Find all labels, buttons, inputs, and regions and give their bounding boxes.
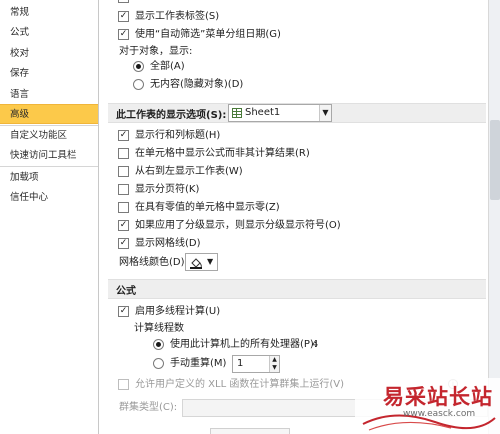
checkbox[interactable] [118,148,129,159]
thread-count-stepper[interactable]: 1 ▲ ▼ [232,355,280,373]
option-label: 无内容(隐藏对象)(D) [150,79,244,90]
checkbox[interactable] [118,202,129,213]
sidebar-item-general[interactable]: 常规 [0,3,98,23]
scrollbar-thumb[interactable] [490,120,500,200]
thread-count-value: 1 [237,358,244,369]
formulas-section-title: 公式 [116,286,136,297]
sheet-select[interactable]: Sheet1 ▼ [228,104,332,122]
sidebar-item-save[interactable]: 保存 [0,64,98,84]
thread-count-label: 计算线程数 [134,323,184,334]
option-label: 显示分页符(K) [135,184,200,195]
option-label: 显示网格线(D) [135,238,201,249]
checkbox-checked[interactable]: ✓ [118,11,129,22]
checkbox-checked[interactable]: ✓ [118,220,129,231]
option-label: 在具有零值的单元格中显示零(Z) [135,202,280,213]
sidebar-item-add-ins[interactable]: 加载项 [0,168,98,188]
stepper-arrows-icon[interactable]: ▲ ▼ [269,356,279,372]
sidebar-item-language[interactable]: 语言 [0,85,98,105]
option-label: 在单元格中显示公式而非其计算结果(R) [135,148,310,159]
option-label: 如果应用了分级显示，则显示分级显示符号(O) [135,220,341,231]
sheet-icon [232,108,242,118]
chevron-down-icon[interactable]: ▼ [207,257,213,266]
watermark-url: www.easck.com [403,409,476,419]
sidebar-item-customize-ribbon[interactable]: 自定义功能区 [0,126,98,146]
option-label: 显示工作表标签(S) [135,11,220,22]
chevron-down-icon[interactable]: ▼ [319,105,331,121]
option-label: 显示行和列标题(H) [135,130,221,141]
sidebar-item-quick-access-toolbar[interactable]: 快速访问工具栏 [0,146,98,166]
options-sidebar: 常规 公式 校对 保存 语言 高级 自定义功能区 快速访问工具栏 加载项 信任中… [0,0,99,434]
checkbox-checked[interactable]: ✓ [118,306,129,317]
option-label: 允许用户定义的 XLL 函数在计算群集上运行(V) [135,379,344,390]
checkbox[interactable] [118,184,129,195]
checkbox[interactable] [118,379,129,390]
radio-selected[interactable] [133,61,144,72]
option-label: 手动重算(M) [170,358,227,369]
radio[interactable] [133,79,144,90]
checkbox[interactable] [118,0,129,3]
gridline-color-button[interactable]: ▼ [185,253,218,271]
formulas-section-header: 公式 [108,279,486,299]
radio-selected[interactable] [153,339,164,350]
objects-display-label: 对于对象，显示: [119,46,193,57]
option-label: 启用多线程计算(U) [135,306,221,317]
option-label: 全部(A) [150,61,185,72]
option-label: 使用“自动筛选”菜单分组日期(G) [135,29,281,40]
checkbox[interactable] [118,166,129,177]
sidebar-item-trust-center[interactable]: 信任中心 [0,188,98,208]
processor-count: 4 [312,339,319,350]
sheet-select-value: Sheet1 [245,107,281,118]
watermark-title: 易采站长站 [383,384,493,409]
paint-bucket-icon [190,258,202,269]
checkbox-checked[interactable]: ✓ [118,130,129,141]
cluster-type-label: 群集类型(C): [119,402,178,413]
sheet-options-label: 此工作表的显示选项(S): [116,110,227,121]
cut-off-field [210,428,290,434]
option-label: 使用此计算机上的所有处理器(P): [170,339,318,350]
vertical-scrollbar[interactable] [488,0,500,434]
gridline-color-label: 网格线颜色(D) [119,257,185,268]
checkbox-checked[interactable]: ✓ [118,29,129,40]
sidebar-item-advanced[interactable]: 高级 [0,104,98,124]
sidebar-item-formulas[interactable]: 公式 [0,23,98,43]
watermark: 易采站长站 www.easck.com [355,378,500,434]
radio[interactable] [153,358,164,369]
checkbox-checked[interactable]: ✓ [118,238,129,249]
option-label: 从右到左显示工作表(W) [135,166,243,177]
sidebar-item-proofing[interactable]: 校对 [0,44,98,64]
sidebar-divider [0,166,98,167]
